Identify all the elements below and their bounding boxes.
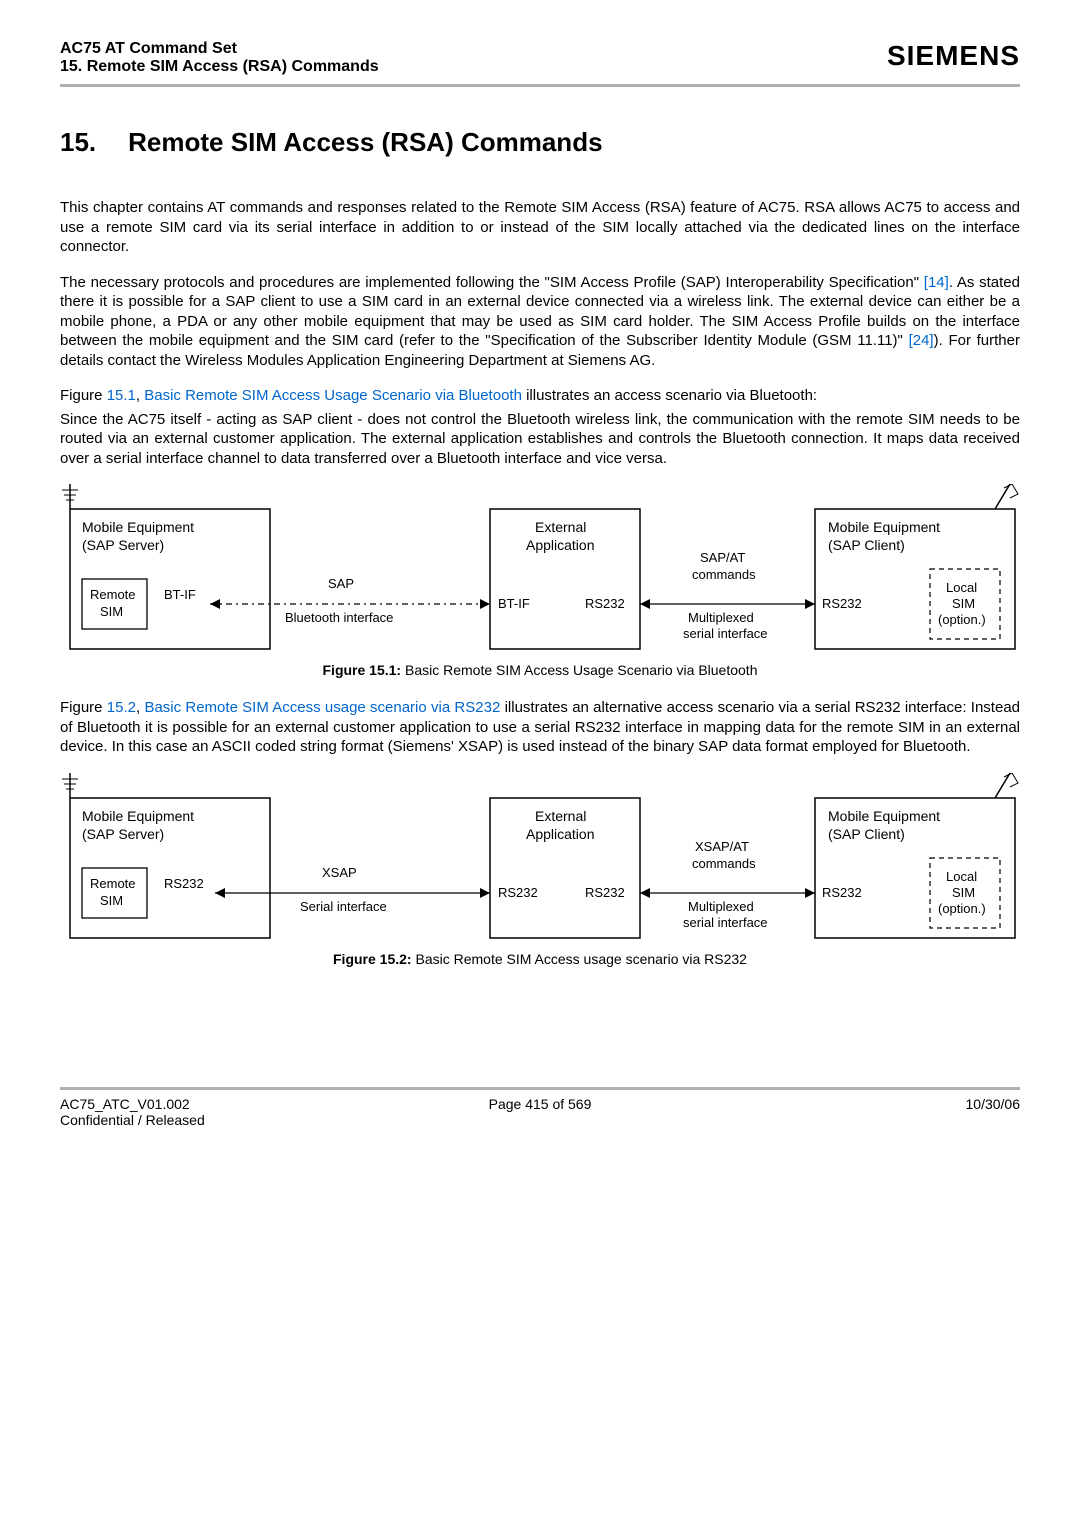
header-divider: [60, 84, 1020, 87]
figure-15-2: Mobile Equipment (SAP Server) Remote SIM…: [60, 773, 1020, 943]
text: RS232: [585, 596, 625, 611]
text: External: [535, 808, 586, 824]
ref-link-14[interactable]: [14]: [924, 274, 949, 291]
footer-page-number: Page 415 of 569: [380, 1096, 700, 1112]
text: serial interface: [683, 915, 768, 930]
text: Local: [946, 869, 977, 884]
figure-15-1: Mobile Equipment (SAP Server) Remote SIM…: [60, 484, 1020, 654]
ref-link-24[interactable]: [24]: [909, 332, 934, 349]
text: SIM: [952, 596, 975, 611]
text: Mobile Equipment: [82, 519, 194, 535]
page-footer: AC75_ATC_V01.002 Page 415 of 569 10/30/0…: [60, 1087, 1020, 1128]
text: Application: [526, 537, 595, 553]
fig-text: Basic Remote SIM Access usage scenario v…: [412, 951, 747, 967]
fig-text: Basic Remote SIM Access Usage Scenario v…: [401, 662, 757, 678]
footer-doc-id: AC75_ATC_V01.002: [60, 1096, 380, 1112]
text: RS232: [585, 885, 625, 900]
diagram-bluetooth: Mobile Equipment (SAP Server) Remote SIM…: [60, 484, 1020, 654]
footer-classification: Confidential / Released: [60, 1112, 1020, 1128]
fig-ref-15-1[interactable]: 15.1: [107, 387, 136, 404]
brand-logo: SIEMENS: [887, 40, 1020, 72]
paragraph-protocols: The necessary protocols and procedures a…: [60, 273, 1020, 371]
paragraph-fig1-lead: Figure 15.1, Basic Remote SIM Access Usa…: [60, 386, 1020, 406]
fig-title-link[interactable]: Basic Remote SIM Access Usage Scenario v…: [144, 387, 522, 404]
page-header: AC75 AT Command Set 15. Remote SIM Acces…: [60, 40, 1020, 76]
text: SIM: [952, 885, 975, 900]
text: Mobile Equipment: [828, 808, 940, 824]
text: commands: [692, 567, 756, 582]
text: Remote: [90, 587, 136, 602]
fig-label: Figure 15.2:: [333, 951, 412, 967]
para-text: ,: [136, 387, 144, 404]
para-text: The necessary protocols and procedures a…: [60, 274, 924, 291]
paragraph-intro: This chapter contains AT commands and re…: [60, 198, 1020, 257]
text: Serial interface: [300, 899, 387, 914]
text: Multiplexed: [688, 899, 754, 914]
header-left: AC75 AT Command Set 15. Remote SIM Acces…: [60, 40, 379, 76]
fig-title-link[interactable]: Basic Remote SIM Access usage scenario v…: [144, 699, 500, 716]
footer-date: 10/30/06: [700, 1096, 1020, 1112]
text: Bluetooth interface: [285, 610, 393, 625]
text: SAP/AT: [700, 550, 745, 565]
text: RS232: [164, 876, 204, 891]
fig-label: Figure 15.1:: [323, 662, 402, 678]
text: SAP: [328, 576, 354, 591]
text: (SAP Server): [82, 826, 164, 842]
footer-divider: [60, 1087, 1020, 1090]
paragraph-bluetooth: Since the AC75 itself - acting as SAP cl…: [60, 410, 1020, 469]
text: RS232: [822, 885, 862, 900]
text: XSAP: [322, 865, 357, 880]
text: serial interface: [683, 626, 768, 641]
footer-row: AC75_ATC_V01.002 Page 415 of 569 10/30/0…: [60, 1096, 1020, 1112]
text: Mobile Equipment: [82, 808, 194, 824]
text: Remote: [90, 876, 136, 891]
section-heading: 15. Remote SIM Access (RSA) Commands: [60, 127, 1020, 158]
text: SIM: [100, 604, 123, 619]
section-number: 15.: [60, 127, 96, 158]
text: Application: [526, 826, 595, 842]
text: (option.): [938, 612, 986, 627]
text: SIM: [100, 893, 123, 908]
text: BT-IF: [164, 587, 196, 602]
text: XSAP/AT: [695, 839, 749, 854]
figure-15-1-caption: Figure 15.1: Basic Remote SIM Access Usa…: [60, 662, 1020, 678]
para-text: Figure: [60, 699, 107, 716]
text: BT-IF: [498, 596, 530, 611]
text: (SAP Client): [828, 826, 905, 842]
paragraph-fig2-lead: Figure 15.2, Basic Remote SIM Access usa…: [60, 698, 1020, 757]
text: (SAP Client): [828, 537, 905, 553]
text: Mobile Equipment: [828, 519, 940, 535]
text: Multiplexed: [688, 610, 754, 625]
section-title: Remote SIM Access (RSA) Commands: [128, 127, 602, 157]
text: commands: [692, 856, 756, 871]
text: External: [535, 519, 586, 535]
text: RS232: [822, 596, 862, 611]
doc-subtitle: 15. Remote SIM Access (RSA) Commands: [60, 58, 379, 76]
text: (option.): [938, 901, 986, 916]
text: Local: [946, 580, 977, 595]
para-text: illustrates an access scenario via Bluet…: [522, 387, 817, 404]
text: RS232: [498, 885, 538, 900]
diagram-rs232: Mobile Equipment (SAP Server) Remote SIM…: [60, 773, 1020, 943]
para-text: Figure: [60, 387, 107, 404]
fig-ref-15-2[interactable]: 15.2: [107, 699, 136, 716]
text: (SAP Server): [82, 537, 164, 553]
doc-title: AC75 AT Command Set: [60, 40, 379, 58]
figure-15-2-caption: Figure 15.2: Basic Remote SIM Access usa…: [60, 951, 1020, 967]
